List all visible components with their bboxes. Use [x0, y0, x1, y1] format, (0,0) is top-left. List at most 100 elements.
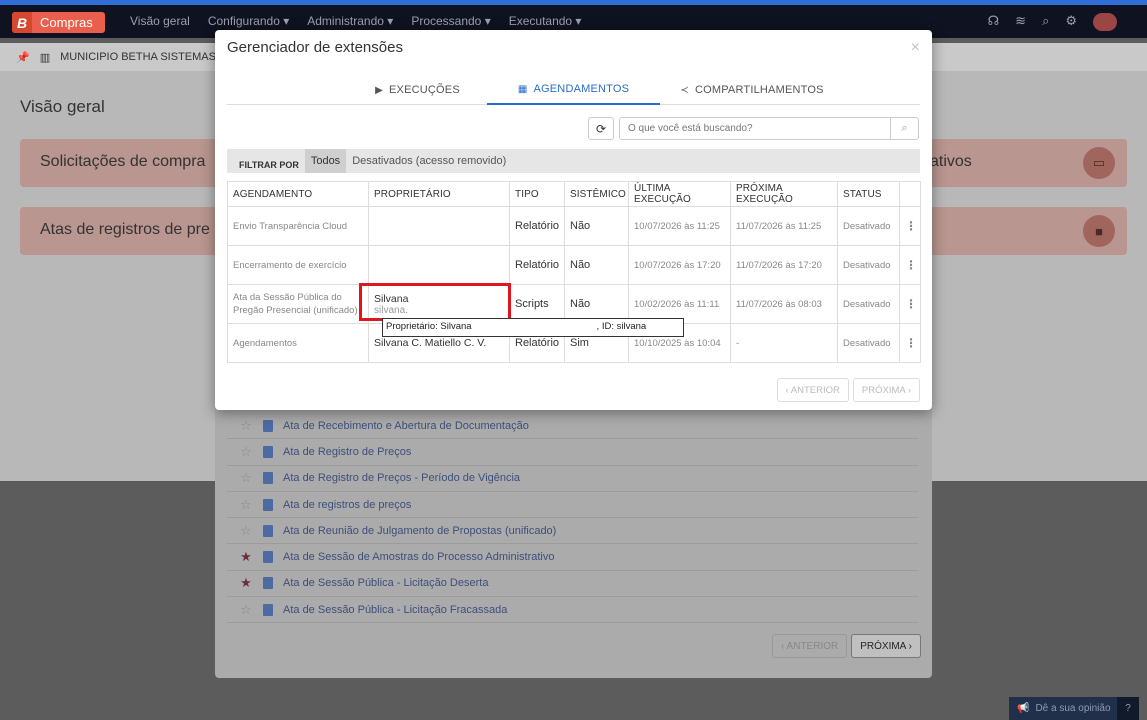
tab-label: COMPARTILHAMENTOS	[694, 84, 824, 96]
status-cell: Desativado	[837, 284, 900, 324]
owner-cell	[368, 245, 510, 285]
document-icon	[263, 577, 273, 590]
list-item[interactable]: ☆ Ata de Sessão Pública - Licitação Fraca…	[227, 597, 918, 624]
col-schedule[interactable]: AGENDAMENTO	[227, 181, 369, 207]
table-body: Envio Transparência Cloud Relatório Não 10/…	[227, 206, 921, 363]
star-icon[interactable]: ☆	[239, 444, 253, 460]
headset-icon[interactable]: ☊	[988, 13, 1000, 31]
col-last-run[interactable]: ÚLTIMA EXECUÇÃO	[628, 181, 731, 207]
search-row: ⟳ ⌕	[588, 117, 919, 140]
col-owner[interactable]: PROPRIETÁRIO	[368, 181, 510, 207]
reports-list: ☆ Ata de Recebimento e Abertura de Docume…	[227, 413, 918, 624]
close-icon[interactable]: ×	[911, 39, 920, 57]
col-status[interactable]: STATUS	[837, 181, 900, 207]
megaphone-icon: 📢	[1017, 703, 1030, 714]
document-icon	[263, 445, 273, 458]
table-row[interactable]: Envio Transparência Cloud Relatório Não 10/…	[227, 206, 921, 246]
schedule-name: Agendamentos	[227, 323, 369, 363]
calendar-icon: ▦	[517, 83, 528, 95]
more-vertical-icon[interactable]: ⋮	[899, 245, 921, 285]
brand-name: Compras	[40, 15, 93, 30]
document-icon	[263, 603, 273, 616]
nav-processing[interactable]: Processando ▾	[411, 14, 490, 28]
col-next-run[interactable]: PRÓXIMA EXECUÇÃO	[730, 181, 838, 207]
search-input[interactable]	[620, 118, 890, 139]
pin-icon[interactable]: 📌	[16, 51, 30, 64]
next-run-cell: -	[730, 323, 838, 363]
refresh-button[interactable]: ⟳	[588, 117, 614, 140]
list-item-label[interactable]: Ata de registros de preços	[283, 499, 411, 511]
nav-overview[interactable]: Visão geral	[130, 14, 190, 28]
star-icon[interactable]: ☆	[239, 470, 253, 486]
list-item-label[interactable]: Ata de Sessão Pública - Licitação Desert…	[283, 577, 488, 589]
list-item-label[interactable]: Ata de Registro de Preços - Período de V…	[283, 472, 520, 484]
extensions-manager-modal: Gerenciador de extensões × ▶ EXECUÇÕES ▦…	[215, 30, 932, 410]
list-item[interactable]: ★ Ata de Sessão Pública - Licitação Deser…	[227, 571, 918, 598]
search-icon: ⌕	[901, 122, 908, 134]
type-cell: Relatório	[509, 245, 565, 285]
search-icon[interactable]: ⌕	[1042, 13, 1049, 31]
next-page-button[interactable]: PRÓXIMA ›	[851, 634, 921, 658]
help-button[interactable]: ?	[1117, 697, 1139, 720]
nav-executing[interactable]: Executando ▾	[509, 14, 582, 28]
list-item[interactable]: ☆ Ata de registros de preços	[227, 492, 918, 519]
nav-administering[interactable]: Administrando ▾	[307, 14, 393, 28]
list-item-label[interactable]: Ata de Sessão de Amostras do Processo Ad…	[283, 551, 554, 563]
search-button[interactable]: ⌕	[890, 118, 918, 139]
list-item-label[interactable]: Ata de Recebimento e Abertura de Documen…	[283, 420, 529, 432]
list-item[interactable]: ☆ Ata de Recebimento e Abertura de Docume…	[227, 413, 918, 440]
star-icon[interactable]: ☆	[239, 497, 253, 513]
filter-disabled[interactable]: Desativados (acesso removido)	[346, 149, 512, 173]
schedule-name: Ata da Sessão Pública do Pregão Presenci…	[227, 284, 369, 324]
star-icon[interactable]: ☆	[239, 523, 253, 539]
owner-highlight-box	[359, 283, 511, 321]
list-item-label[interactable]: Ata de Registro de Preços	[283, 446, 411, 458]
list-item[interactable]: ☆ Ata de Registro de Preços - Período de …	[227, 466, 918, 492]
page-title: Visão geral	[20, 97, 105, 116]
nav-configuring[interactable]: Configurando ▾	[208, 14, 289, 28]
tab-schedules[interactable]: ▦ AGENDAMENTOS	[487, 75, 660, 105]
tab-label: EXECUÇÕES	[389, 84, 460, 96]
list-item[interactable]: ☆ Ata de Registro de Preços	[227, 439, 918, 466]
wifi-icon[interactable]: ≋	[1015, 13, 1026, 31]
table-header: AGENDAMENTO PROPRIETÁRIO TIPO SISTÊMICO …	[227, 181, 921, 207]
more-vertical-icon[interactable]: ⋮	[899, 323, 921, 363]
more-vertical-icon[interactable]: ⋮	[899, 206, 921, 246]
archive-icon[interactable]: ■	[1083, 215, 1115, 247]
col-actions	[899, 181, 921, 207]
star-icon[interactable]: ☆	[239, 418, 253, 434]
list-item[interactable]: ☆ Ata de Reunião de Julgamento de Propost…	[227, 518, 918, 545]
feedback-button[interactable]: 📢 Dê a sua opinião ?	[1009, 697, 1139, 720]
next-run-cell: 11/07/2026 às 08:03	[730, 284, 838, 324]
star-filled-icon[interactable]: ★	[239, 575, 253, 591]
document-icon	[263, 472, 273, 485]
modal-title: Gerenciador de extensões	[227, 39, 403, 56]
tooltip-id: , ID: silvana	[596, 321, 647, 332]
next-page-button[interactable]: PRÓXIMA ›	[852, 378, 920, 402]
settings-icon[interactable]: ⚙	[1065, 13, 1077, 31]
filter-all[interactable]: Todos	[304, 149, 347, 173]
list-item-label[interactable]: Ata de Sessão Pública - Licitação Fracas…	[283, 604, 507, 616]
tab-executions[interactable]: ▶ EXECUÇÕES	[355, 75, 480, 105]
star-filled-icon[interactable]: ★	[239, 549, 253, 565]
owner-name: Silvana C. Matiello C. V.	[374, 337, 487, 349]
prev-page-button[interactable]: ‹ ANTERIOR	[772, 634, 848, 658]
list-item[interactable]: ★ Ata de Sessão de Amostras do Processo A…	[227, 544, 918, 571]
list-item-label[interactable]: Ata de Reunião de Julgamento de Proposta…	[283, 525, 556, 537]
system-cell: Não	[564, 245, 629, 285]
table-row[interactable]: Encerramento de exercício Relatório Não 10/…	[227, 245, 921, 285]
tab-shares[interactable]: ≺ COMPARTILHAMENTOS	[672, 75, 832, 105]
star-icon[interactable]: ☆	[239, 602, 253, 618]
more-vertical-icon[interactable]: ⋮	[899, 284, 921, 324]
col-type[interactable]: TIPO	[509, 181, 565, 207]
status-cell: Desativado	[837, 206, 900, 246]
card-label: Atas de registros de pre	[40, 221, 210, 238]
avatar[interactable]	[1093, 13, 1117, 31]
breadcrumb-entity[interactable]: MUNICIPIO BETHA SISTEMAS E	[60, 51, 226, 63]
app-brand[interactable]: B Compras	[12, 12, 105, 33]
prev-page-button[interactable]: ‹ ANTERIOR	[776, 378, 849, 402]
folder-open-icon[interactable]: ▭	[1083, 147, 1115, 179]
col-system[interactable]: SISTÊMICO	[564, 181, 629, 207]
type-cell: Relatório	[509, 206, 565, 246]
brand-logo: B	[12, 12, 32, 33]
